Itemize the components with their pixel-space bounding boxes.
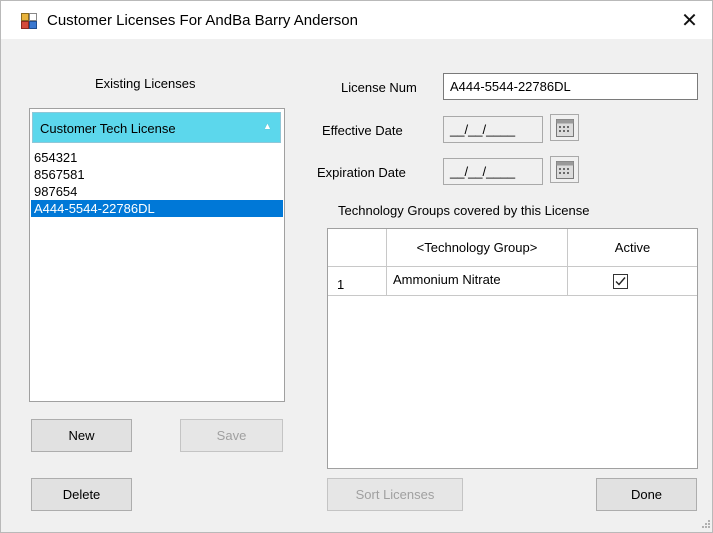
- effective-date-field[interactable]: __/__/____: [443, 116, 543, 143]
- done-button[interactable]: Done: [596, 478, 697, 511]
- list-item-selected[interactable]: A444-5544-22786DL: [31, 200, 283, 217]
- dialog-window: Customer Licenses For AndBa Barry Anders…: [0, 0, 713, 533]
- close-button[interactable]: ✕: [667, 1, 712, 39]
- title-bar[interactable]: Customer Licenses For AndBa Barry Anders…: [1, 1, 712, 39]
- sort-licenses-button[interactable]: Sort Licenses: [327, 478, 463, 511]
- sort-ascending-icon: ▲: [263, 121, 272, 131]
- existing-licenses-heading: Existing Licenses: [95, 76, 196, 91]
- column-header-active[interactable]: Active: [568, 229, 697, 267]
- window-title: Customer Licenses For AndBa Barry Anders…: [47, 12, 358, 29]
- save-button[interactable]: Save: [180, 419, 283, 452]
- calendar-icon: [555, 118, 574, 137]
- existing-licenses-list[interactable]: Customer Tech License ▲ 654321 8567581 9…: [29, 108, 285, 402]
- active-checkbox[interactable]: [613, 274, 628, 289]
- app-icon: [21, 13, 37, 29]
- new-button[interactable]: New: [31, 419, 132, 452]
- calendar-icon: [555, 160, 574, 179]
- column-header-technology-group[interactable]: <Technology Group>: [387, 229, 568, 267]
- license-num-label: License Num: [341, 80, 417, 95]
- close-icon: ✕: [681, 9, 698, 32]
- column-header-label: Customer Tech License: [40, 121, 176, 136]
- effective-date-label: Effective Date: [322, 123, 403, 138]
- row-number: 1: [328, 267, 387, 296]
- expiration-date-field[interactable]: __/__/____: [443, 158, 543, 185]
- column-header-customer-tech-license[interactable]: Customer Tech License ▲: [32, 112, 281, 143]
- checkmark-icon: [615, 277, 626, 286]
- technology-groups-heading: Technology Groups covered by this Licens…: [338, 203, 590, 218]
- list-item[interactable]: 654321: [31, 149, 283, 166]
- list-item[interactable]: 987654: [31, 183, 283, 200]
- expiration-date-label: Expiration Date: [317, 165, 406, 180]
- grid-row-header-corner: [328, 229, 387, 267]
- resize-grip-icon[interactable]: [701, 519, 711, 529]
- delete-button[interactable]: Delete: [31, 478, 132, 511]
- license-num-field[interactable]: A444-5544-22786DL: [443, 73, 698, 100]
- technology-groups-grid[interactable]: <Technology Group> Active 1 Ammonium Nit…: [327, 228, 698, 469]
- expiration-date-calendar-button[interactable]: [550, 156, 579, 183]
- technology-group-cell[interactable]: Ammonium Nitrate: [387, 267, 568, 296]
- list-item[interactable]: 8567581: [31, 166, 283, 183]
- active-cell[interactable]: [568, 267, 697, 296]
- effective-date-calendar-button[interactable]: [550, 114, 579, 141]
